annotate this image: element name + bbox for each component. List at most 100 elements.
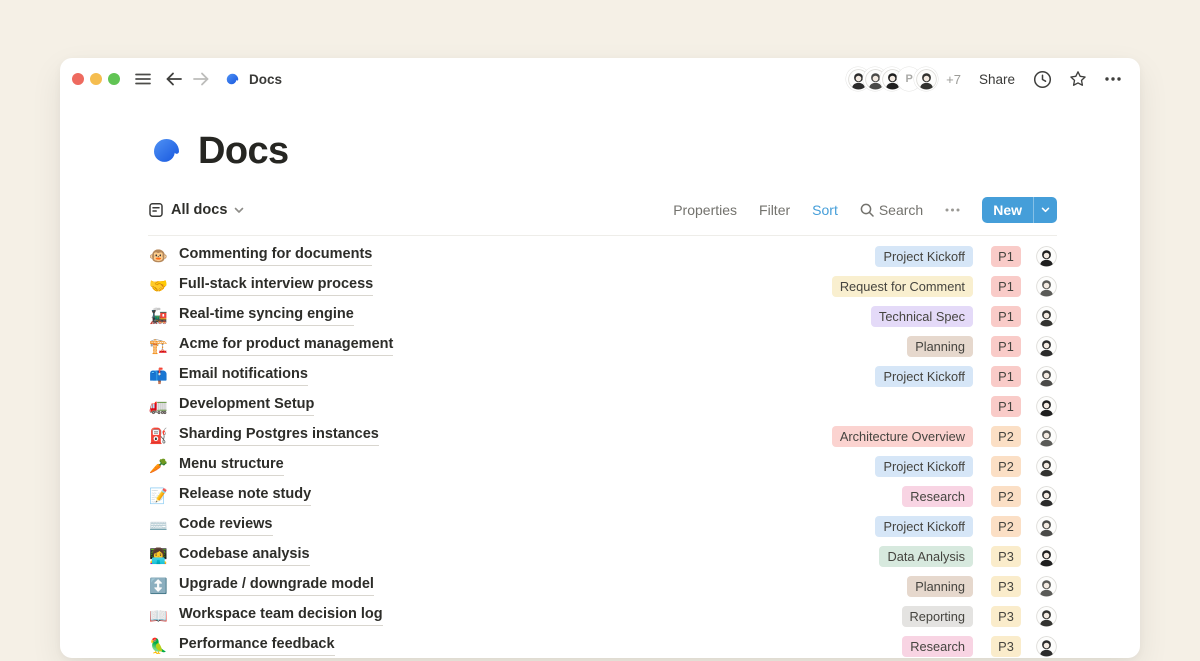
forward-arrow-icon[interactable]	[192, 71, 210, 87]
doc-type-tag[interactable]: Project Kickoff	[875, 366, 973, 387]
app-window: Docs P +7 Share Docs	[60, 58, 1140, 658]
priority-badge[interactable]: P1	[991, 276, 1021, 297]
search-icon	[860, 203, 874, 217]
doc-type-tag[interactable]: Project Kickoff	[875, 246, 973, 267]
assignee-avatar[interactable]	[1036, 456, 1057, 477]
assignee-avatar[interactable]	[1036, 516, 1057, 537]
doc-row[interactable]: ⌨️ Code reviews Project Kickoff P2	[148, 511, 1057, 541]
assignee-avatar[interactable]	[1036, 306, 1057, 327]
toolbar-more-icon[interactable]	[945, 208, 960, 212]
doc-title-link[interactable]: Workspace team decision log	[179, 606, 383, 625]
assignee-avatar[interactable]	[1036, 336, 1057, 357]
close-window-button[interactable]	[72, 73, 84, 85]
priority-badge[interactable]: P1	[991, 366, 1021, 387]
assignee-avatar[interactable]	[1036, 546, 1057, 567]
new-doc-label[interactable]: New	[982, 197, 1033, 223]
doc-title-link[interactable]: Commenting for documents	[179, 246, 372, 265]
priority-badge[interactable]: P2	[991, 426, 1021, 447]
minimize-window-button[interactable]	[90, 73, 102, 85]
assignee-avatar[interactable]	[1036, 426, 1057, 447]
doc-title-link[interactable]: Upgrade / downgrade model	[179, 576, 374, 595]
new-doc-button[interactable]: New	[982, 197, 1057, 223]
page-title: Docs	[198, 130, 289, 173]
technologist-icon: 👩‍💻	[148, 549, 169, 564]
doc-row[interactable]: 🚂 Real-time syncing engine Technical Spe…	[148, 301, 1057, 331]
mailbox-icon: 📫	[148, 369, 169, 384]
doc-type-tag[interactable]: Research	[902, 636, 973, 657]
monkey-face-icon: 🐵	[148, 249, 169, 264]
assignee-avatar[interactable]	[1036, 366, 1057, 387]
doc-row[interactable]: 📝 Release note study Research P2	[148, 481, 1057, 511]
assignee-avatar[interactable]	[1036, 486, 1057, 507]
doc-type-tag[interactable]: Project Kickoff	[875, 456, 973, 477]
priority-badge[interactable]: P1	[991, 396, 1021, 417]
priority-badge[interactable]: P3	[991, 606, 1021, 627]
doc-title-link[interactable]: Development Setup	[179, 396, 314, 415]
assignee-avatar[interactable]	[1036, 636, 1057, 657]
handshake-icon: 🤝	[148, 279, 169, 294]
doc-type-tag[interactable]: Planning	[907, 576, 973, 597]
doc-title-link[interactable]: Sharding Postgres instances	[179, 426, 379, 445]
doc-row[interactable]: 👩‍💻 Codebase analysis Data Analysis P3	[148, 541, 1057, 571]
filter-button[interactable]: Filter	[759, 202, 790, 218]
doc-row[interactable]: 🦜 Performance feedback Research P3	[148, 631, 1057, 661]
doc-title-link[interactable]: Performance feedback	[179, 636, 335, 655]
doc-type-tag[interactable]: Research	[902, 486, 973, 507]
collaborator-avatar[interactable]	[914, 67, 938, 91]
doc-title-link[interactable]: Acme for product management	[179, 336, 393, 355]
doc-title-link[interactable]: Codebase analysis	[179, 546, 310, 565]
search-button[interactable]: Search	[860, 202, 923, 218]
doc-type-tag[interactable]: Architecture Overview	[832, 426, 973, 447]
doc-type-tag[interactable]: Planning	[907, 336, 973, 357]
share-button[interactable]: Share	[979, 72, 1015, 87]
doc-title-link[interactable]: Email notifications	[179, 366, 308, 385]
doc-row[interactable]: 🥕 Menu structure Project Kickoff P2	[148, 451, 1057, 481]
priority-badge[interactable]: P3	[991, 576, 1021, 597]
doc-type-tag[interactable]: Project Kickoff	[875, 516, 973, 537]
assignee-avatar[interactable]	[1036, 246, 1057, 267]
doc-row[interactable]: 🐵 Commenting for documents Project Kicko…	[148, 241, 1057, 271]
doc-row[interactable]: 🚛 Development Setup P1	[148, 391, 1057, 421]
new-doc-dropdown-chevron-icon[interactable]	[1034, 197, 1057, 223]
doc-type-tag[interactable]: Request for Comment	[832, 276, 973, 297]
doc-row[interactable]: 🏗️ Acme for product management Planning …	[148, 331, 1057, 361]
doc-type-tag[interactable]: Data Analysis	[879, 546, 973, 567]
history-clock-icon[interactable]	[1033, 70, 1052, 89]
priority-badge[interactable]: P3	[991, 636, 1021, 657]
back-arrow-icon[interactable]	[165, 71, 183, 87]
priority-badge[interactable]: P1	[991, 246, 1021, 267]
doc-title-link[interactable]: Real-time syncing engine	[179, 306, 354, 325]
zoom-window-button[interactable]	[108, 73, 120, 85]
doc-title-link[interactable]: Full-stack interview process	[179, 276, 373, 295]
doc-row[interactable]: 📫 Email notifications Project Kickoff P1	[148, 361, 1057, 391]
priority-badge[interactable]: P2	[991, 516, 1021, 537]
doc-row[interactable]: ⛽ Sharding Postgres instances Architectu…	[148, 421, 1057, 451]
doc-row[interactable]: 📖 Workspace team decision log Reporting …	[148, 601, 1057, 631]
doc-title-link[interactable]: Menu structure	[179, 456, 284, 475]
collaborator-avatars[interactable]: P	[846, 67, 938, 91]
doc-row[interactable]: ↕️ Upgrade / downgrade model Planning P3	[148, 571, 1057, 601]
priority-badge[interactable]: P2	[991, 456, 1021, 477]
extra-collaborators-count[interactable]: +7	[946, 72, 961, 87]
more-options-icon[interactable]	[1104, 76, 1122, 82]
sort-button[interactable]: Sort	[812, 202, 838, 218]
assignee-avatar[interactable]	[1036, 606, 1057, 627]
doc-title-link[interactable]: Release note study	[179, 486, 311, 505]
priority-badge[interactable]: P1	[991, 336, 1021, 357]
doc-row[interactable]: 🤝 Full-stack interview process Request f…	[148, 271, 1057, 301]
priority-badge[interactable]: P2	[991, 486, 1021, 507]
priority-badge[interactable]: P3	[991, 546, 1021, 567]
assignee-avatar[interactable]	[1036, 396, 1057, 417]
assignee-avatar[interactable]	[1036, 576, 1057, 597]
doc-type-tag[interactable]: Technical Spec	[871, 306, 973, 327]
priority-badge[interactable]: P1	[991, 306, 1021, 327]
hamburger-menu-icon[interactable]	[134, 70, 152, 88]
properties-button[interactable]: Properties	[673, 202, 737, 218]
doc-type-tag[interactable]: Reporting	[902, 606, 974, 627]
doc-title-link[interactable]: Code reviews	[179, 516, 273, 535]
assignee-avatar[interactable]	[1036, 276, 1057, 297]
favorite-star-icon[interactable]	[1068, 69, 1088, 89]
view-selector[interactable]: All docs	[148, 202, 244, 218]
memo-icon: 📝	[148, 489, 169, 504]
doc-list: 🐵 Commenting for documents Project Kicko…	[148, 241, 1057, 661]
